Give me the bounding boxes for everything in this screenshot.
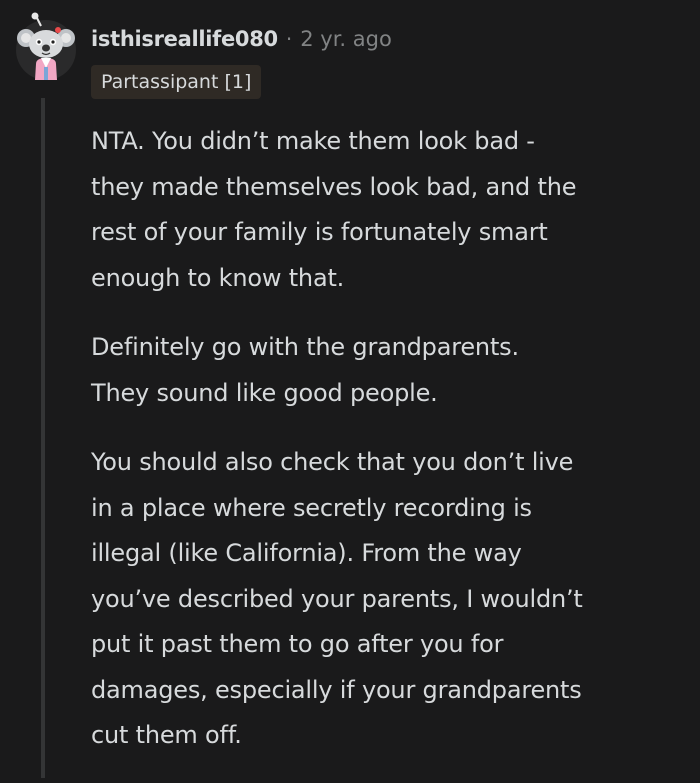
comment-body: NTA. You didn’t make them look bad - the… — [91, 119, 691, 783]
comment-line: put it past them to go after you for — [91, 630, 504, 658]
comment-line: in a place where secretly recording is — [91, 493, 532, 522]
comment-paragraph: Definitely go with the grandparents. The… — [91, 325, 691, 416]
comment: isthisreallife080 · 2 yr. ago Partassipa… — [0, 0, 700, 778]
comment-line: damages, especially if your grandparents — [91, 675, 582, 704]
username-link[interactable]: isthisreallife080 — [91, 27, 278, 51]
comment-line: You should also check that you don’t liv… — [91, 448, 574, 476]
comment-line: Definitely go with the grandparents. — [91, 333, 519, 361]
comment-line: rest of your family is fortunately smart — [91, 218, 548, 246]
thread-line[interactable] — [41, 98, 45, 778]
meta-separator: · — [285, 27, 293, 51]
comment-paragraph: You should also check that you don’t liv… — [91, 440, 691, 759]
comment-line: illegal (like California). From the way — [91, 539, 522, 567]
comment-line: They sound like good people. — [91, 378, 438, 407]
comment-line: enough to know that. — [91, 263, 345, 292]
comment-header: isthisreallife080 · 2 yr. ago — [91, 22, 392, 56]
user-avatar[interactable] — [14, 12, 78, 90]
snoo-koala-avatar-icon — [16, 12, 76, 80]
comment-line: you’ve described your parents, I wouldn’… — [91, 584, 583, 613]
comment-line: NTA. You didn’t make them look bad - — [91, 127, 535, 155]
comment-line: they made themselves look bad, and the — [91, 172, 577, 201]
comment-line: cut them off. — [91, 721, 242, 749]
timestamp[interactable]: 2 yr. ago — [300, 27, 392, 51]
user-flair: Partassipant [1] — [91, 65, 262, 99]
comment-paragraph: NTA. You didn’t make them look bad - the… — [91, 119, 691, 301]
